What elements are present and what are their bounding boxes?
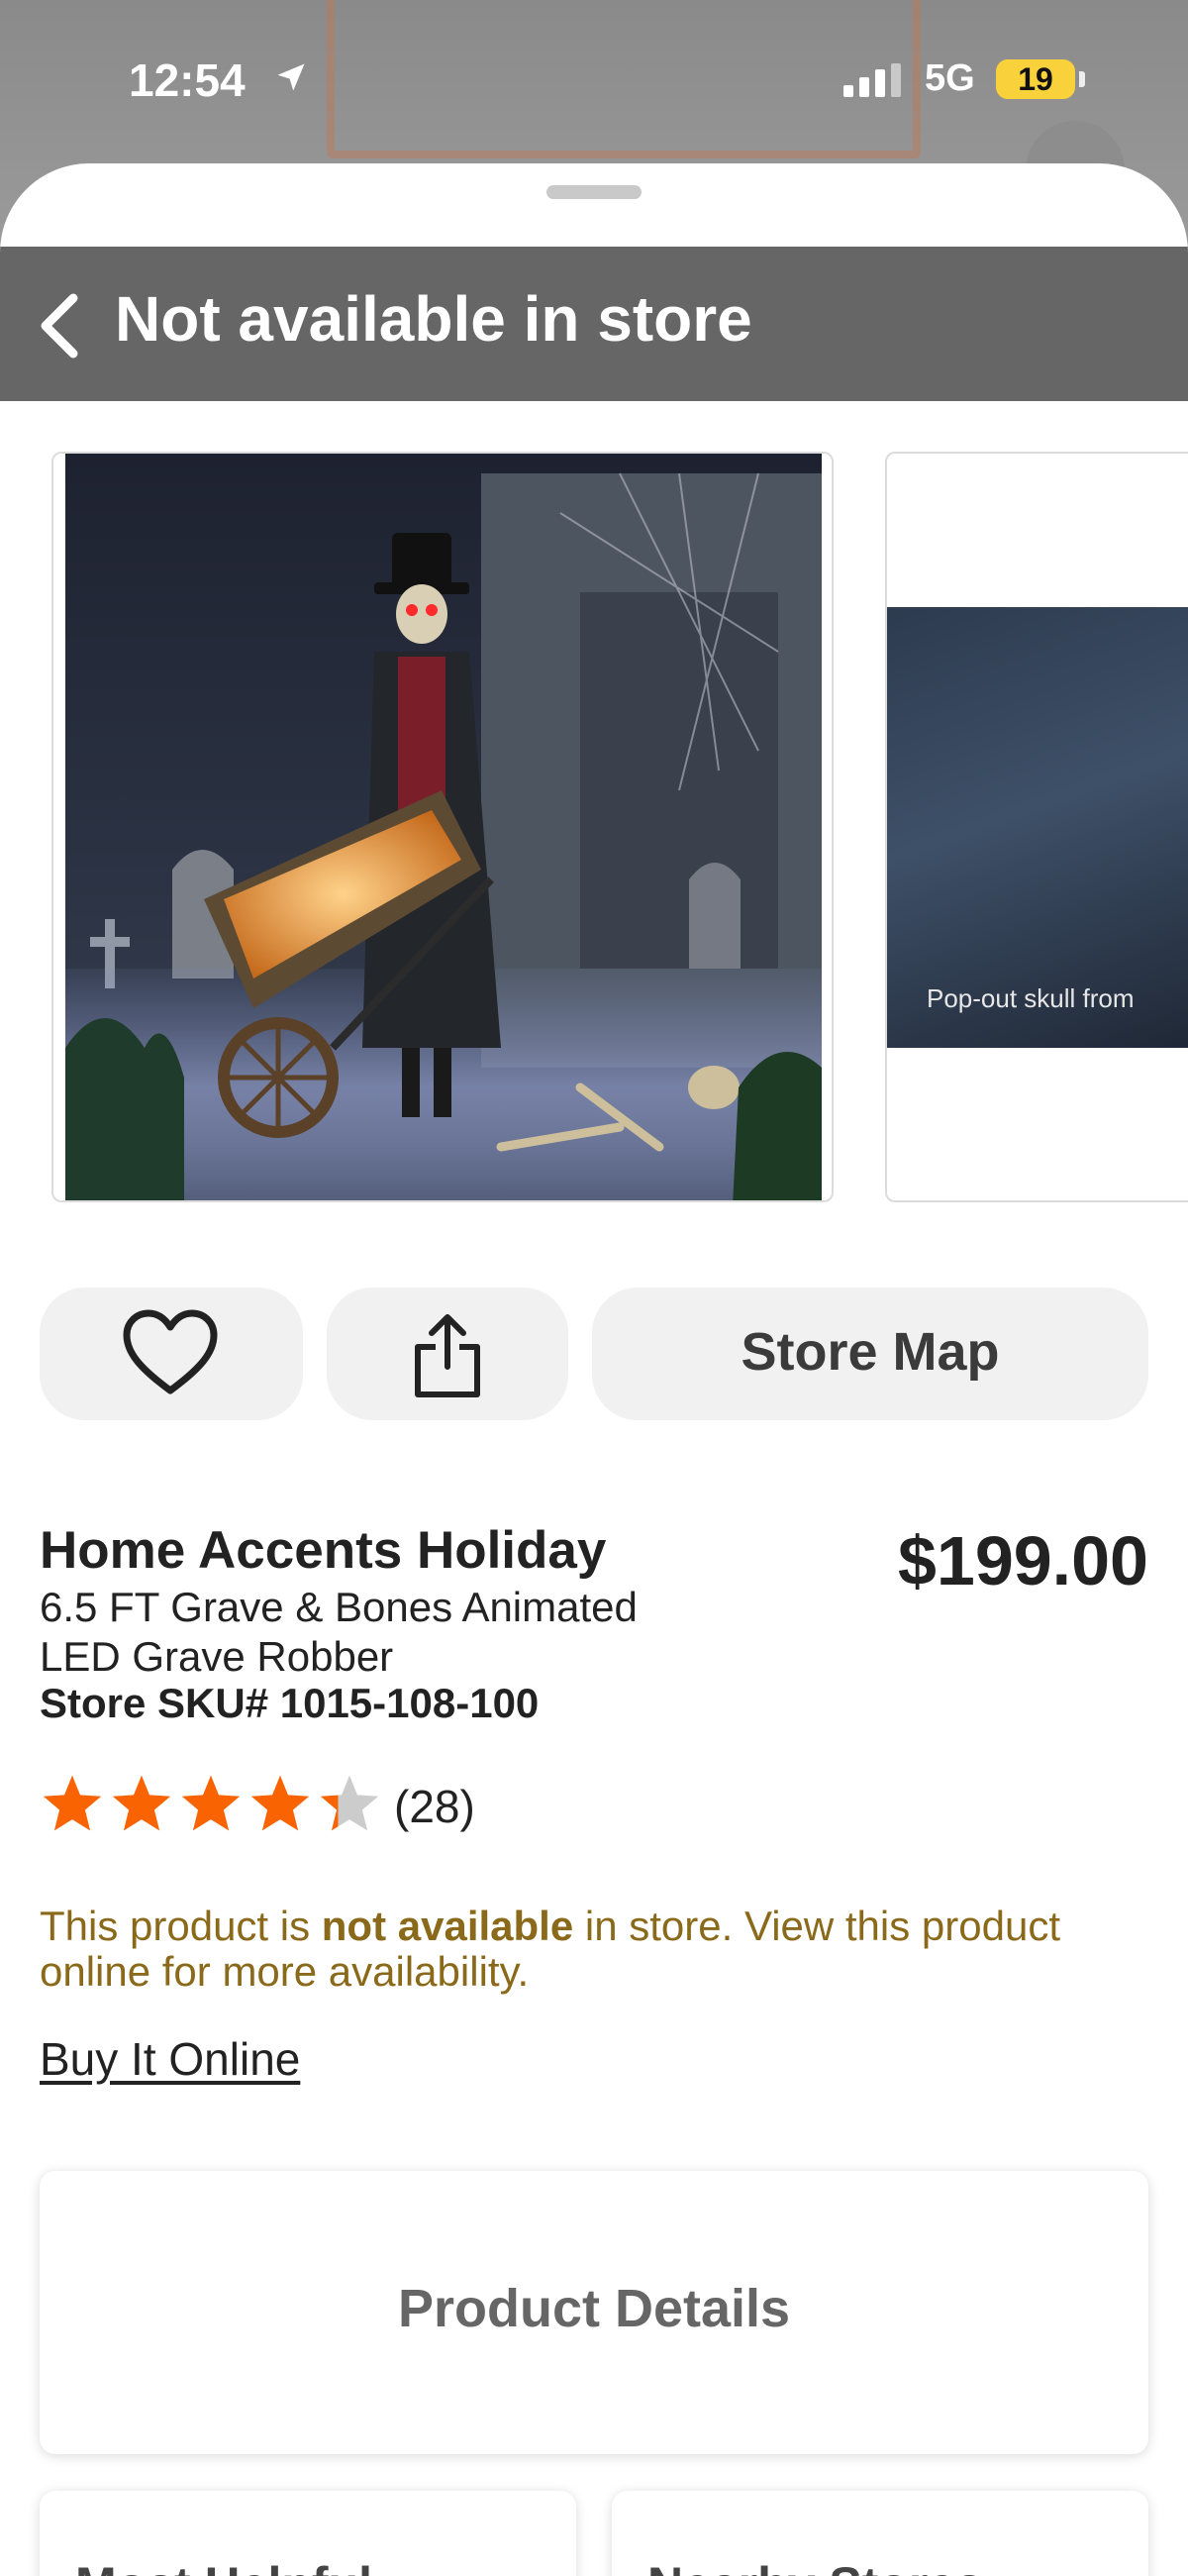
product-video-card[interactable]: Pop-out skull from [885, 452, 1188, 1202]
page-title: Not available in store [115, 283, 752, 355]
review-count[interactable]: (28) [394, 1780, 475, 1833]
product-details-label: Product Details [397, 2279, 791, 2338]
buy-it-online-link[interactable]: Buy It Online [40, 2032, 300, 2086]
share-icon [415, 1314, 480, 1397]
most-helpful-label: Most Helpful [75, 2556, 372, 2576]
signal-icon [843, 63, 901, 97]
location-arrow-icon [277, 63, 305, 91]
star-icon [43, 1775, 102, 1831]
star-half-icon [320, 1775, 379, 1831]
heart-icon [123, 1309, 218, 1394]
most-helpful-card[interactable]: Most Helpful [40, 2491, 576, 2576]
video-caption: Pop-out skull from [927, 983, 1135, 1013]
star-icon [250, 1775, 310, 1831]
status-bar: 12:54 5G 19 [0, 0, 1188, 158]
product-brand: Home Accents Holiday [40, 1521, 607, 1580]
status-time: 12:54 [129, 54, 246, 106]
favorite-button[interactable] [40, 1288, 303, 1420]
header-bar: Not available in store [0, 247, 1188, 401]
availability-text-bold: not available [321, 1903, 574, 1949]
star-icon [112, 1775, 171, 1831]
bottom-sheet: Not available in store Pop-out skull fro… [0, 163, 1188, 2576]
product-sku: Store SKU# 1015-108-100 [40, 1680, 540, 1726]
availability-message: This product is not available in store. … [40, 1904, 1158, 1995]
nearby-stores-label: Nearby Stores [647, 2556, 983, 2576]
product-photo [65, 454, 822, 1200]
star-icon [181, 1775, 241, 1831]
product-price: $199.00 [897, 1522, 1148, 1599]
store-map-label: Store Map [741, 1322, 1000, 1382]
product-details-card[interactable]: Product Details [40, 2171, 1148, 2454]
battery-indicator: 19 [996, 59, 1075, 99]
chevron-left-icon[interactable] [36, 290, 83, 361]
video-thumbnail: Pop-out skull from [887, 607, 1188, 1048]
share-button[interactable] [327, 1288, 568, 1420]
product-name: 6.5 FT Grave & Bones Animated LED Grave … [40, 1584, 638, 1680]
availability-text-before: This product is [40, 1903, 322, 1949]
network-type: 5G [925, 57, 975, 99]
store-map-button[interactable]: Store Map [592, 1288, 1148, 1420]
product-image-card[interactable] [51, 452, 834, 1202]
battery-nub [1079, 71, 1085, 87]
nearby-stores-card[interactable]: Nearby Stores [612, 2491, 1148, 2576]
sheet-grabber[interactable] [546, 185, 642, 199]
